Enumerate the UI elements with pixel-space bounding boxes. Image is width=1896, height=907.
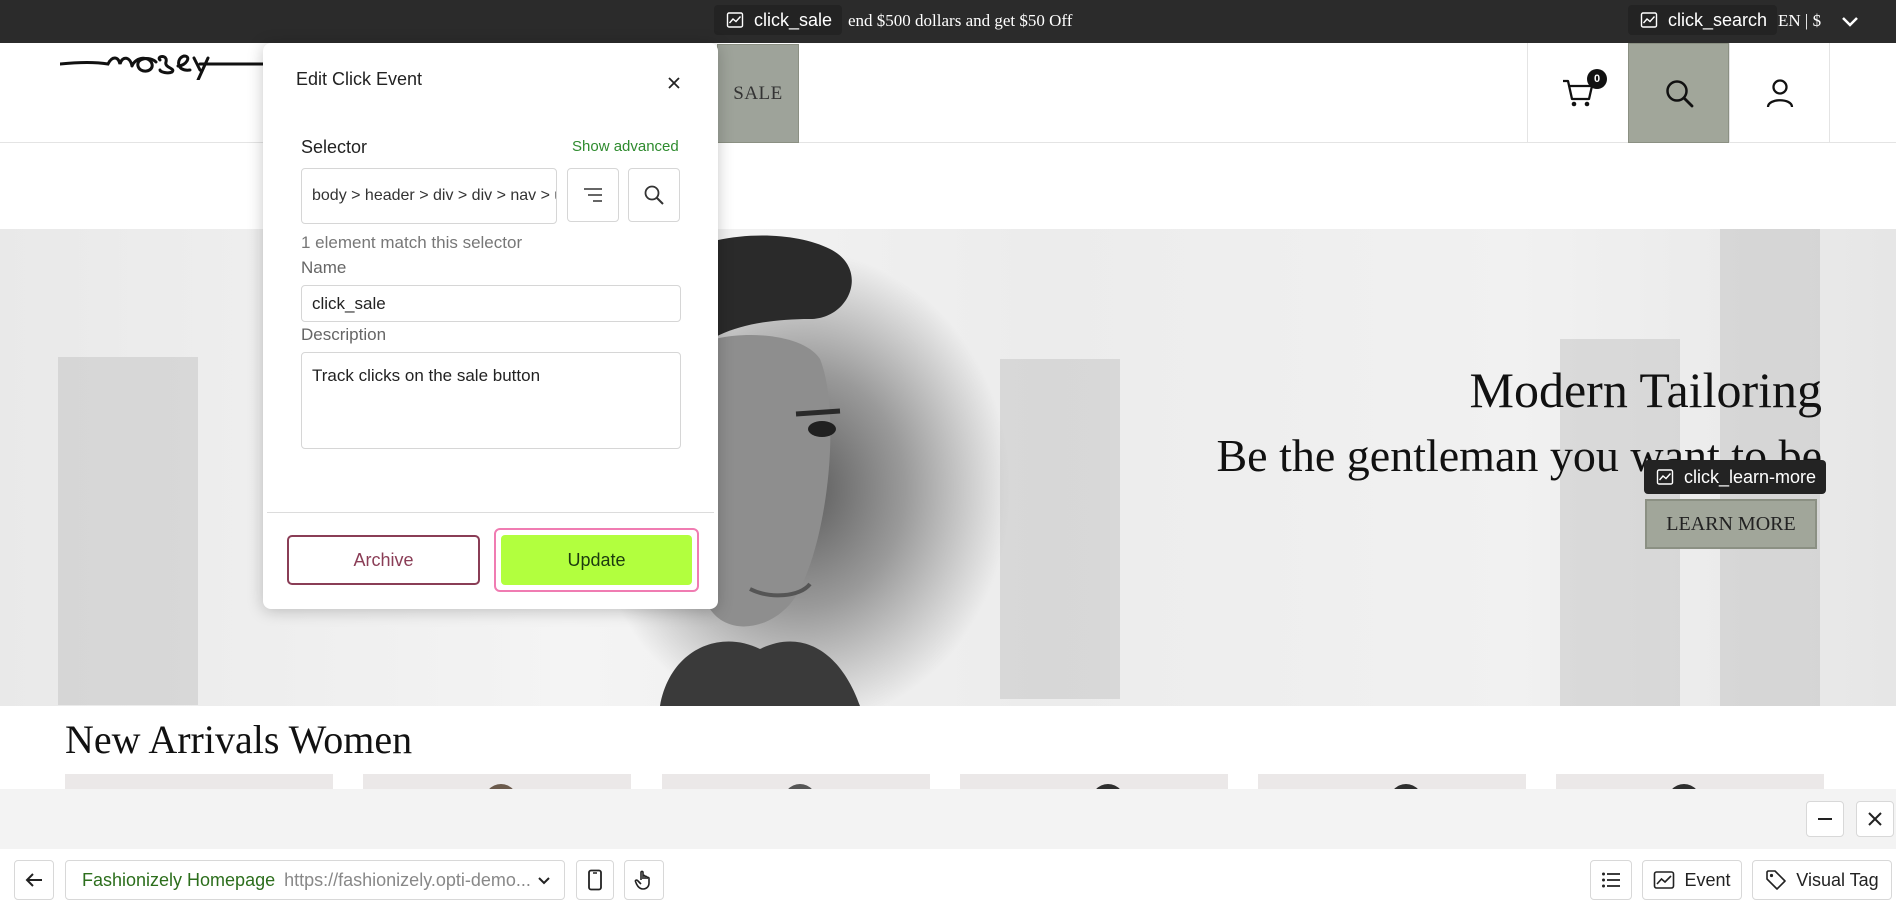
product-card[interactable] xyxy=(1556,774,1824,790)
arrow-left-icon xyxy=(25,873,42,887)
hero-background-shape xyxy=(58,357,198,705)
filter-icon xyxy=(584,188,602,202)
header-search-button[interactable] xyxy=(1628,43,1729,143)
event-tag-icon xyxy=(1640,12,1658,28)
cart-button[interactable] xyxy=(1527,43,1628,143)
visual-tag-button[interactable]: Visual Tag xyxy=(1752,860,1892,900)
product-card[interactable] xyxy=(662,774,930,790)
interact-mode-button[interactable] xyxy=(624,860,664,900)
locale-currency-selector[interactable]: EN | $ xyxy=(1778,11,1821,31)
price-tag-icon xyxy=(1766,870,1787,890)
back-button[interactable] xyxy=(14,860,54,900)
hero-background-shape xyxy=(1000,359,1120,699)
tag-click-sale[interactable]: click_sale xyxy=(714,5,843,35)
edit-click-event-dialog: Edit Click Event Selector Show advanced … xyxy=(263,43,718,609)
close-toolbar-button[interactable] xyxy=(1856,801,1894,837)
selector-filter-button[interactable] xyxy=(567,168,619,222)
search-icon xyxy=(644,185,664,205)
name-input[interactable]: click_sale xyxy=(301,285,681,322)
event-mode-button[interactable]: Event xyxy=(1642,860,1742,900)
page-selector-dropdown[interactable]: Fashionizely Homepage https://fashionize… xyxy=(65,860,565,900)
user-icon xyxy=(1766,79,1793,108)
device-preview-button[interactable] xyxy=(576,860,614,900)
selector-match-count: 1 element match this selector xyxy=(301,233,523,252)
selector-search-button[interactable] xyxy=(628,168,680,222)
minimize-icon xyxy=(1818,818,1832,820)
tag-label: click_learn-more xyxy=(1684,466,1817,487)
product-card[interactable] xyxy=(65,774,333,790)
tag-click-search[interactable]: click_search xyxy=(1628,5,1778,35)
name-label: Name xyxy=(301,258,347,277)
description-textarea[interactable]: Track clicks on the sale button xyxy=(301,352,681,449)
visual-tag-label: Visual Tag xyxy=(1796,869,1879,890)
page-name: Fashionizely Homepage xyxy=(82,869,276,890)
mobile-device-icon xyxy=(588,869,602,891)
dialog-title: Edit Click Event xyxy=(296,69,423,89)
description-label: Description xyxy=(301,325,387,344)
selector-input[interactable]: body > header > div > div > nav > ul > l… xyxy=(301,168,557,224)
product-card[interactable] xyxy=(1258,774,1526,790)
event-list-button[interactable] xyxy=(1590,860,1632,900)
announcement-bar: end $500 dollars and get $50 Off EN | $ xyxy=(0,0,1896,43)
promo-text: end $500 dollars and get $50 Off xyxy=(848,11,1073,30)
product-card[interactable] xyxy=(960,774,1228,790)
tag-label: click_search xyxy=(1668,9,1768,30)
chevron-down-icon xyxy=(538,877,550,885)
cart-count-badge: 0 xyxy=(1587,69,1607,89)
page-url: https://fashionizely.opti-demo... xyxy=(284,869,531,890)
chevron-down-icon[interactable] xyxy=(1840,14,1860,30)
tag-click-learn-more[interactable]: click_learn-more xyxy=(1644,460,1827,494)
event-label: Event xyxy=(1684,869,1731,890)
tag-label: click_sale xyxy=(754,9,833,30)
nav-sale-link[interactable]: SALE xyxy=(717,44,799,143)
search-icon xyxy=(1665,80,1693,108)
archive-button[interactable]: Archive xyxy=(287,535,480,585)
hero-title: Modern Tailoring xyxy=(1469,362,1822,418)
product-card[interactable] xyxy=(363,774,631,790)
show-advanced-link[interactable]: Show advanced xyxy=(572,138,679,155)
minimize-toolbar-button[interactable] xyxy=(1806,801,1844,837)
new-arrivals-heading: New Arrivals Women xyxy=(65,717,413,762)
pointer-hand-icon xyxy=(634,870,650,890)
selector-label: Selector xyxy=(301,137,368,157)
mosey-logo[interactable] xyxy=(60,26,270,80)
learn-more-button[interactable]: LEARN MORE xyxy=(1645,499,1817,549)
close-icon xyxy=(1868,812,1882,826)
event-tag-icon xyxy=(1656,469,1674,485)
list-icon xyxy=(1602,872,1620,888)
event-tag-icon xyxy=(1654,871,1675,889)
account-button[interactable] xyxy=(1729,43,1830,143)
event-tag-icon xyxy=(726,12,744,28)
close-icon[interactable] xyxy=(661,70,687,96)
toolbar-header-strip xyxy=(0,789,1896,849)
update-button[interactable]: Update xyxy=(501,535,692,585)
dialog-divider xyxy=(267,512,714,513)
